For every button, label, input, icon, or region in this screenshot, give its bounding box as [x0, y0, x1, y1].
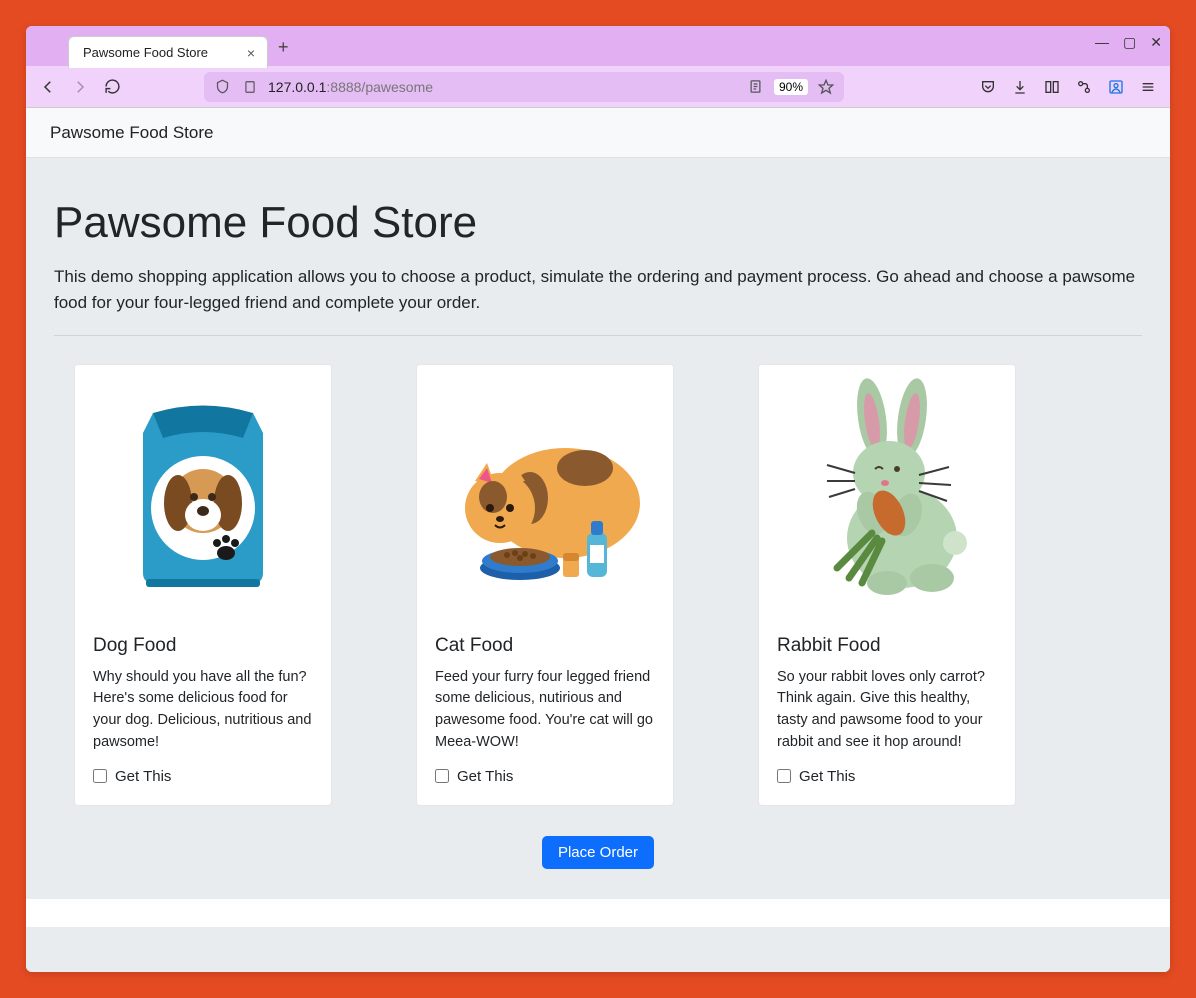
product-desc: Why should you have all the fun? Here's … [93, 667, 313, 754]
get-this-label: Get This [799, 768, 855, 785]
toolbar-right [978, 77, 1158, 97]
product-image-cat [417, 365, 673, 621]
product-image-rabbit [759, 365, 1015, 621]
get-this-row[interactable]: Get This [435, 768, 655, 785]
forward-icon [70, 77, 90, 97]
page-info-icon[interactable] [240, 77, 260, 97]
close-window-icon[interactable]: ✕ [1150, 34, 1162, 51]
url-host: 127.0.0.1 [268, 79, 326, 95]
back-icon[interactable] [38, 77, 58, 97]
page-title: Pawsome Food Store [54, 198, 1142, 248]
site-navbar: Pawsome Food Store [26, 108, 1170, 158]
address-bar[interactable]: 127.0.0.1:8888/pawesome 90% [204, 72, 844, 102]
extension-icon[interactable] [1074, 77, 1094, 97]
place-order-button[interactable]: Place Order [542, 836, 654, 869]
get-this-row[interactable]: Get This [777, 768, 997, 785]
titlebar: Pawsome Food Store × + — ▢ ✕ [26, 26, 1170, 66]
url-text: 127.0.0.1:8888/pawesome [268, 79, 433, 95]
product-title: Dog Food [93, 635, 313, 657]
shield-icon[interactable] [212, 77, 232, 97]
url-rest: :8888/pawesome [326, 79, 433, 95]
page-viewport: Pawsome Food Store Pawsome Food Store Th… [26, 108, 1170, 972]
get-this-row[interactable]: Get This [93, 768, 313, 785]
product-row: Dog Food Why should you have all the fun… [54, 364, 1142, 806]
get-this-label: Get This [457, 768, 513, 785]
product-desc: So your rabbit loves only carrot? Think … [777, 667, 997, 754]
product-title: Cat Food [435, 635, 655, 657]
browser-window: Pawsome Food Store × + — ▢ ✕ [26, 26, 1170, 972]
product-card-dog: Dog Food Why should you have all the fun… [74, 364, 332, 806]
menu-icon[interactable] [1138, 77, 1158, 97]
get-this-label: Get This [115, 768, 171, 785]
footer-strip [26, 899, 1170, 927]
close-tab-icon[interactable]: × [245, 45, 257, 61]
navbar-brand[interactable]: Pawsome Food Store [50, 123, 213, 143]
reader-icon[interactable] [746, 77, 766, 97]
get-this-checkbox-rabbit[interactable] [777, 769, 791, 783]
reload-icon[interactable] [102, 77, 122, 97]
download-icon[interactable] [1010, 77, 1030, 97]
window-controls: — ▢ ✕ [1095, 34, 1162, 51]
bookmark-star-icon[interactable] [816, 77, 836, 97]
page-intro: This demo shopping application allows yo… [54, 264, 1142, 317]
minimize-icon[interactable]: — [1095, 34, 1109, 51]
product-card-rabbit: Rabbit Food So your rabbit loves only ca… [758, 364, 1016, 806]
account-icon[interactable] [1106, 77, 1126, 97]
browser-tab[interactable]: Pawsome Food Store × [68, 36, 268, 68]
product-desc: Feed your furry four legged friend some … [435, 667, 655, 754]
tab-title: Pawsome Food Store [83, 45, 208, 60]
order-row: Place Order [54, 836, 1142, 869]
divider [54, 335, 1142, 336]
new-tab-button[interactable]: + [278, 37, 289, 58]
main-container: Pawsome Food Store This demo shopping ap… [26, 158, 1170, 899]
get-this-checkbox-dog[interactable] [93, 769, 107, 783]
library-icon[interactable] [1042, 77, 1062, 97]
pocket-icon[interactable] [978, 77, 998, 97]
maximize-icon[interactable]: ▢ [1123, 34, 1136, 51]
zoom-badge[interactable]: 90% [774, 79, 808, 95]
product-card-cat: Cat Food Feed your furry four legged fri… [416, 364, 674, 806]
product-image-dog [75, 365, 331, 621]
toolbar: 127.0.0.1:8888/pawesome 90% [26, 66, 1170, 108]
product-title: Rabbit Food [777, 635, 997, 657]
get-this-checkbox-cat[interactable] [435, 769, 449, 783]
